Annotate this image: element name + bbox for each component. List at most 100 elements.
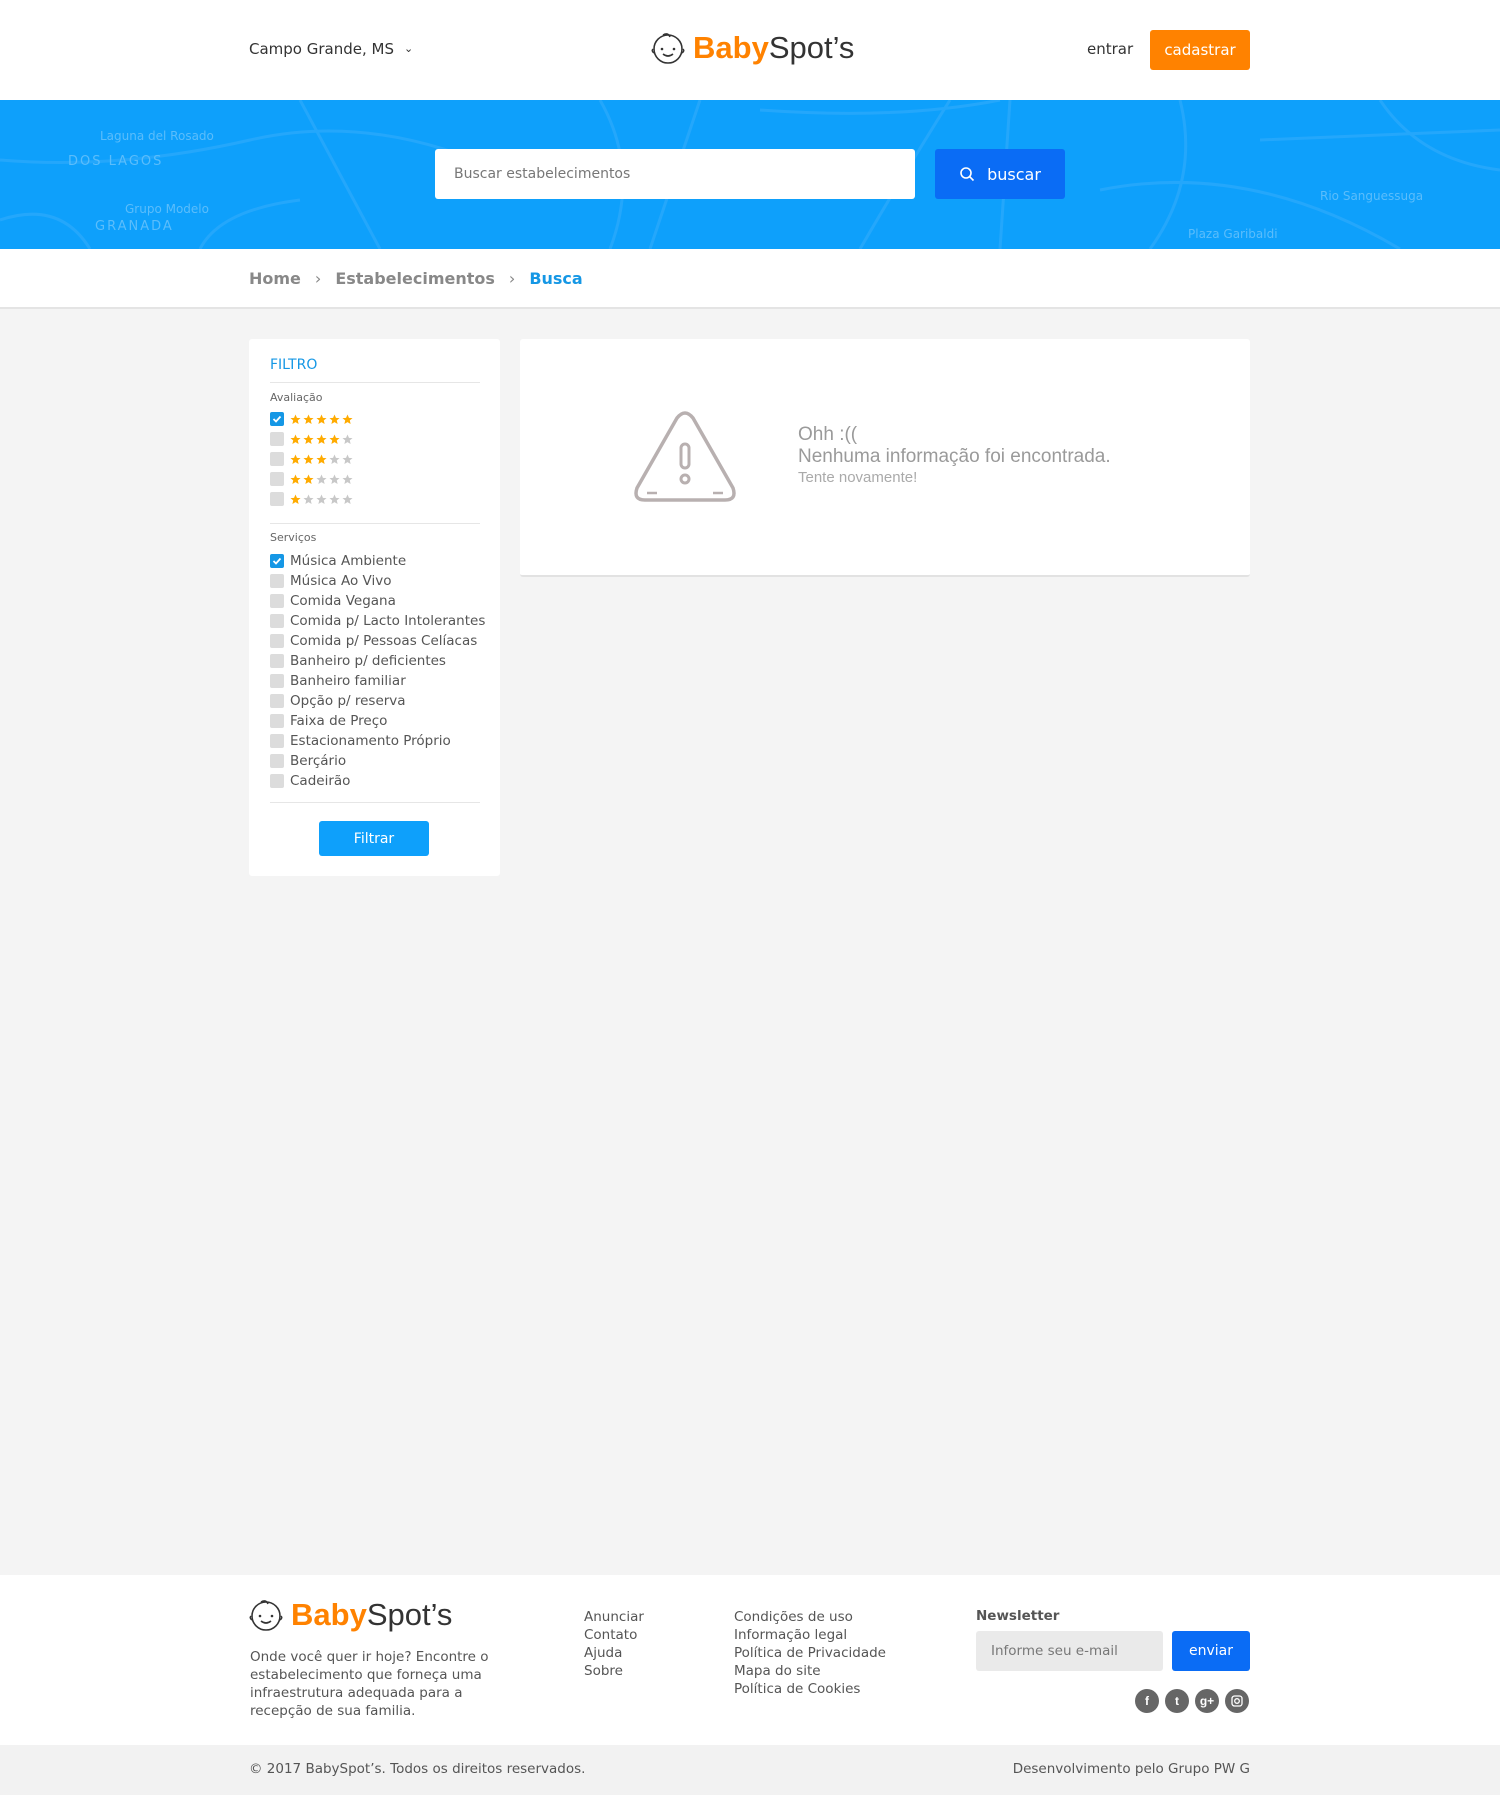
divider	[270, 523, 480, 524]
star-icon	[342, 434, 353, 444]
breadcrumb-current: Busca	[529, 269, 583, 288]
logo-text-spot: Spot’s	[366, 1597, 453, 1632]
developer-credit: Desenvolvimento pelo Grupo PW G	[1012, 1761, 1250, 1777]
star-icon	[316, 414, 327, 424]
service-option[interactable]: Comida Vegana	[270, 592, 396, 610]
star-icon	[290, 454, 301, 464]
checkbox[interactable]	[270, 654, 284, 668]
service-option[interactable]: Opção p/ reserva	[270, 692, 406, 710]
breadcrumb-bar: Home › Estabelecimentos › Busca	[0, 249, 1500, 309]
checkbox[interactable]	[270, 734, 284, 748]
service-option[interactable]: Berçário	[270, 752, 346, 770]
star-icon	[342, 414, 353, 424]
star-icon	[290, 474, 301, 484]
star-icon	[316, 494, 327, 504]
footer-link[interactable]: Ajuda	[584, 1644, 644, 1662]
service-label: Opção p/ reserva	[290, 693, 406, 709]
map-label: Rio Sanguessuga	[1320, 189, 1423, 203]
service-option[interactable]: Estacionamento Próprio	[270, 732, 451, 750]
divider	[270, 382, 480, 383]
newsletter-submit-button[interactable]: enviar	[1172, 1631, 1250, 1671]
service-option[interactable]: Faixa de Preço	[270, 712, 387, 730]
footer-link[interactable]: Política de Privacidade	[734, 1644, 886, 1662]
footer-link[interactable]: Política de Cookies	[734, 1680, 886, 1698]
site-header: Campo Grande, MS ⌄ BabySpot’s entrar cad…	[0, 0, 1500, 100]
map-label: Plaza Garibaldi	[1188, 227, 1278, 241]
star-icon	[342, 474, 353, 484]
footer-link[interactable]: Mapa do site	[734, 1662, 886, 1680]
breadcrumb-establishments[interactable]: Estabelecimentos	[335, 269, 495, 288]
logo-text-baby: Baby	[291, 1597, 367, 1632]
footer-link[interactable]: Condições de uso	[734, 1608, 886, 1626]
service-label: Banheiro familiar	[290, 673, 406, 689]
service-label: Banheiro p/ deficientes	[290, 653, 446, 669]
city-label: Campo Grande, MS	[249, 40, 394, 58]
footer-link[interactable]: Contato	[584, 1626, 644, 1644]
rating-option-5-stars[interactable]	[270, 412, 353, 426]
footer-bottom-bar: © 2017 BabySpot’s. Todos os direitos res…	[0, 1745, 1500, 1795]
site-footer: BabySpot’s Onde você quer ir hoje? Encon…	[0, 1575, 1500, 1745]
results-panel: Ohh :(( Nenhuma informação foi encontrad…	[520, 339, 1250, 577]
rating-option-2-stars[interactable]	[270, 472, 353, 486]
star-icon	[290, 434, 301, 444]
service-option[interactable]: Comida p/ Pessoas Celíacas	[270, 632, 477, 650]
checkbox[interactable]	[270, 412, 284, 426]
service-option[interactable]: Música Ambiente	[270, 552, 406, 570]
service-label: Comida p/ Lacto Intolerantes	[290, 613, 486, 629]
service-option[interactable]: Banheiro familiar	[270, 672, 406, 690]
checkbox[interactable]	[270, 554, 284, 568]
checkbox[interactable]	[270, 472, 284, 486]
service-option[interactable]: Cadeirão	[270, 772, 350, 790]
rating-option-1-stars[interactable]	[270, 492, 353, 506]
newsletter-email-input[interactable]: Informe seu e-mail	[976, 1631, 1163, 1671]
search-icon	[960, 167, 975, 182]
checkbox[interactable]	[270, 432, 284, 446]
footer-links-col2: Condições de uso Informação legal Políti…	[734, 1608, 886, 1698]
footer-link[interactable]: Informação legal	[734, 1626, 886, 1644]
facebook-icon[interactable]: f	[1135, 1689, 1159, 1713]
site-logo[interactable]: BabySpot’s	[651, 30, 854, 66]
filter-button[interactable]: Filtrar	[319, 821, 429, 856]
signup-button[interactable]: cadastrar	[1150, 30, 1250, 70]
logo-text-baby: Baby	[693, 30, 769, 65]
breadcrumb-home[interactable]: Home	[249, 269, 301, 288]
checkbox[interactable]	[270, 754, 284, 768]
service-option[interactable]: Comida p/ Lacto Intolerantes	[270, 612, 485, 630]
checkbox[interactable]	[270, 634, 284, 648]
checkbox[interactable]	[270, 614, 284, 628]
service-option[interactable]: Banheiro p/ deficientes	[270, 652, 446, 670]
service-label: Estacionamento Próprio	[290, 733, 451, 749]
footer-logo[interactable]: BabySpot’s	[249, 1597, 452, 1633]
google-plus-icon[interactable]: g+	[1195, 1689, 1219, 1713]
search-button[interactable]: buscar	[935, 149, 1065, 199]
star-icon	[303, 494, 314, 504]
checkbox[interactable]	[270, 452, 284, 466]
checkbox[interactable]	[270, 774, 284, 788]
city-selector[interactable]: Campo Grande, MS ⌄	[249, 40, 413, 58]
map-label: Grupo Modelo	[125, 202, 209, 216]
footer-link[interactable]: Anunciar	[584, 1608, 644, 1626]
service-option[interactable]: Música Ao Vivo	[270, 572, 391, 590]
checkbox[interactable]	[270, 674, 284, 688]
checkbox[interactable]	[270, 714, 284, 728]
footer-link[interactable]: Sobre	[584, 1662, 644, 1680]
empty-state-text: Nenhuma informação foi encontrada.	[798, 446, 1111, 467]
footer-links-col1: Anunciar Contato Ajuda Sobre	[584, 1608, 644, 1680]
checkbox[interactable]	[270, 694, 284, 708]
empty-state-title: Ohh :((	[798, 424, 858, 445]
rating-option-4-stars[interactable]	[270, 432, 353, 446]
checkbox[interactable]	[270, 574, 284, 588]
login-link[interactable]: entrar	[1087, 40, 1133, 58]
instagram-icon[interactable]	[1225, 1689, 1249, 1713]
warning-icon	[634, 411, 736, 502]
rating-option-3-stars[interactable]	[270, 452, 353, 466]
twitter-icon[interactable]: t	[1165, 1689, 1189, 1713]
checkbox[interactable]	[270, 594, 284, 608]
checkbox[interactable]	[270, 492, 284, 506]
rating-section-label: Avaliação	[270, 391, 323, 404]
star-rating	[290, 454, 353, 465]
search-hero: DOS LAGOS GRANADA Grupo Modelo Rio Sangu…	[0, 100, 1500, 249]
star-icon	[329, 474, 340, 484]
search-input[interactable]: Buscar estabelecimentos	[435, 149, 915, 199]
service-label: Berçário	[290, 753, 347, 769]
